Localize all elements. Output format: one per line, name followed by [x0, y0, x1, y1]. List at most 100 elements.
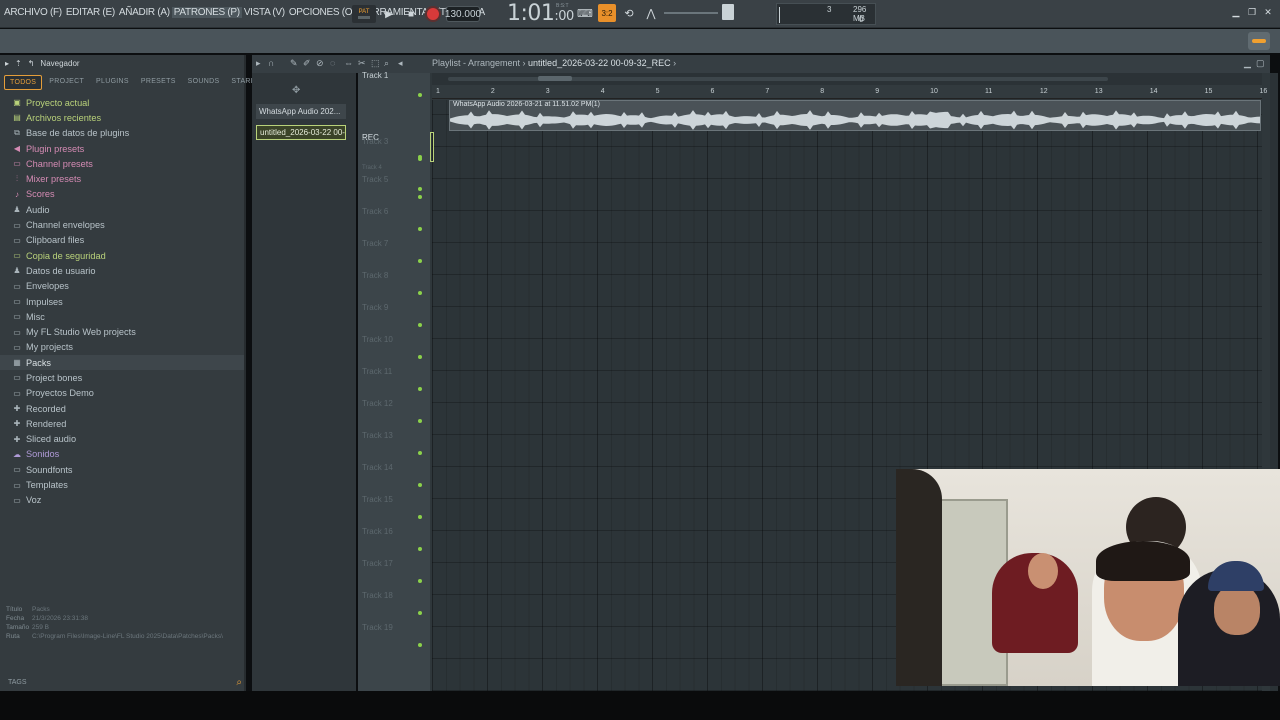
select-icon[interactable]: ⬚	[371, 58, 380, 69]
track-active-dot[interactable]	[418, 451, 422, 455]
menu-item[interactable]: ARCHIVO (F)	[2, 7, 64, 18]
panel-toggle-button[interactable]	[1248, 32, 1270, 50]
track-active-dot[interactable]	[418, 611, 422, 615]
bar-ruler[interactable]: 1 2 3 4 5 6 7 8 9 10 11 12 13 14 15 16	[432, 85, 1267, 99]
browser-item[interactable]: ▦ Packs	[0, 355, 244, 371]
browser-item[interactable]: ▭ Voz	[0, 493, 244, 508]
browser-item[interactable]: ⧉ Base de datos de plugins	[0, 126, 244, 141]
track-active-dot[interactable]	[418, 483, 422, 487]
track-header[interactable]: Track 5	[358, 175, 430, 205]
track-header[interactable]: Track 9	[358, 303, 430, 333]
snap-button[interactable]: 3:2	[598, 4, 616, 22]
browser-item[interactable]: ♟ Datos de usuario	[0, 263, 244, 278]
browser-item[interactable]: ▣ Proyecto actual	[0, 95, 244, 110]
browser-item[interactable]: ▭ Project bones	[0, 370, 244, 385]
browser-item[interactable]: ✚ Sliced audio	[0, 432, 244, 447]
minimize-icon[interactable]: ▁	[1244, 58, 1251, 69]
browser-item[interactable]: ☁ Sonidos	[0, 447, 244, 462]
clip-item[interactable]: WhatsApp Audio 202...	[256, 104, 346, 119]
arrow-right-icon[interactable]: ▸	[256, 58, 261, 69]
track-active-dot[interactable]	[418, 579, 422, 583]
magnet-icon[interactable]: ∩	[268, 58, 274, 68]
menu-item[interactable]: OPCIONES (O)	[287, 7, 357, 18]
master-pitch-knob[interactable]	[722, 4, 734, 20]
minimize-icon[interactable]: ▁	[1230, 6, 1242, 18]
track-active-dot[interactable]	[418, 387, 422, 391]
arrow-up-icon[interactable]: ⇡	[15, 59, 22, 68]
browser-item[interactable]: ▭ Channel presets	[0, 156, 244, 171]
track-header[interactable]: Track 8	[358, 271, 430, 301]
paint-icon[interactable]: ✐	[303, 58, 311, 69]
browser-item[interactable]: ◀ Plugin presets	[0, 141, 244, 156]
browser-item[interactable]: ▭ Misc	[0, 309, 244, 324]
browser-tab[interactable]: PRESETS	[136, 75, 181, 90]
browser-item[interactable]: ▤ Archivos recientes	[0, 110, 244, 125]
browser-item[interactable]: ▭ Impulses	[0, 294, 244, 309]
browser-item[interactable]: ▭ Channel envelopes	[0, 217, 244, 232]
stop-icon[interactable]: ■	[402, 5, 420, 23]
maximize-icon[interactable]: ▢	[1256, 58, 1265, 69]
track-active-dot[interactable]	[418, 227, 422, 231]
track-header[interactable]: Track 15	[358, 495, 430, 525]
track-header[interactable]: Track 10	[358, 335, 430, 365]
track-header[interactable]: Track 12	[358, 399, 430, 429]
browser-item[interactable]: ▭ My FL Studio Web projects	[0, 324, 244, 339]
menu-item[interactable]: AÑADIR (A)	[117, 7, 172, 18]
slip-icon[interactable]: ⇔	[344, 58, 353, 68]
record-button[interactable]	[424, 5, 442, 23]
track-header[interactable]: Track 11	[358, 367, 430, 397]
cpu-memory-monitor[interactable]: 3 296 MB 0	[776, 3, 876, 25]
browser-item[interactable]: ▭ Copia de seguridad	[0, 248, 244, 263]
browser-item[interactable]: ✚ Rendered	[0, 416, 244, 431]
menu-item[interactable]: PATRONES (P)	[171, 7, 242, 18]
track-header[interactable]: Track 3	[358, 137, 430, 167]
clip-item[interactable]: untitled_2026-03-22 00-...	[256, 125, 346, 140]
track-header[interactable]: Track 6	[358, 207, 430, 237]
track-active-dot[interactable]	[418, 195, 422, 199]
audio-clip[interactable]: WhatsApp Audio 2026-03-21 at 11.51.02 PM…	[449, 100, 1261, 131]
master-volume-slider[interactable]	[664, 12, 718, 14]
loop-record-icon[interactable]: ⟲	[620, 4, 638, 22]
arrow-right-icon[interactable]: ▸	[5, 59, 9, 68]
browser-tab[interactable]: TODOS	[4, 75, 43, 90]
delete-icon[interactable]: ⊘	[316, 58, 324, 69]
browser-item[interactable]: ▭ Clipboard files	[0, 233, 244, 248]
browser-item[interactable]: ▭ Proyectos Demo	[0, 386, 244, 401]
mute-icon[interactable]: ◌	[330, 58, 335, 68]
track-header[interactable]: Track 13	[358, 431, 430, 461]
browser-item[interactable]: ♪ Scores	[0, 187, 244, 202]
track-header[interactable]: REC	[358, 105, 430, 159]
track-active-dot[interactable]	[418, 515, 422, 519]
browser-tab[interactable]: SOUNDS	[183, 75, 225, 90]
track-header[interactable]: Track 1	[358, 71, 430, 103]
track-active-dot[interactable]	[418, 291, 422, 295]
track-header[interactable]: Track 14	[358, 463, 430, 493]
track-active-dot[interactable]	[418, 323, 422, 327]
scrollbar-thumb[interactable]	[538, 76, 572, 81]
tempo-display[interactable]: 130.000	[445, 6, 481, 22]
search-icon[interactable]: ⌕	[236, 677, 242, 688]
browser-item[interactable]: ▭ Soundfonts	[0, 462, 244, 477]
pattern-song-toggle[interactable]: PAT	[352, 5, 376, 23]
metronome-icon[interactable]: ⋀	[642, 4, 660, 22]
track-header[interactable]: Track 17	[358, 559, 430, 589]
draw-icon[interactable]: ✎	[290, 58, 298, 69]
browser-item[interactable]: ♟ Audio	[0, 202, 244, 217]
move-icon[interactable]: ✥	[292, 85, 300, 96]
play-icon[interactable]: ▶	[380, 5, 398, 23]
track-header[interactable]: Track 7	[358, 239, 430, 269]
browser-item[interactable]: ⫶ Mixer presets	[0, 171, 244, 186]
menu-item[interactable]: EDITAR (E)	[64, 7, 117, 18]
track-header[interactable]: Track 18	[358, 591, 430, 621]
keyboard-icon[interactable]: ⌨	[576, 4, 594, 22]
track-active-dot[interactable]	[418, 157, 422, 161]
browser-tab[interactable]: PLUGINS	[91, 75, 134, 90]
playback-icon[interactable]: ◂	[398, 58, 403, 69]
restore-icon[interactable]: ❐	[1246, 6, 1258, 18]
browser-item[interactable]: ▭ My projects	[0, 340, 244, 355]
track-active-dot[interactable]	[418, 93, 422, 97]
close-icon[interactable]: ✕	[1262, 6, 1274, 18]
track-header[interactable]: Track 16	[358, 527, 430, 557]
track-active-dot[interactable]	[418, 355, 422, 359]
browser-item[interactable]: ▭ Templates	[0, 477, 244, 492]
